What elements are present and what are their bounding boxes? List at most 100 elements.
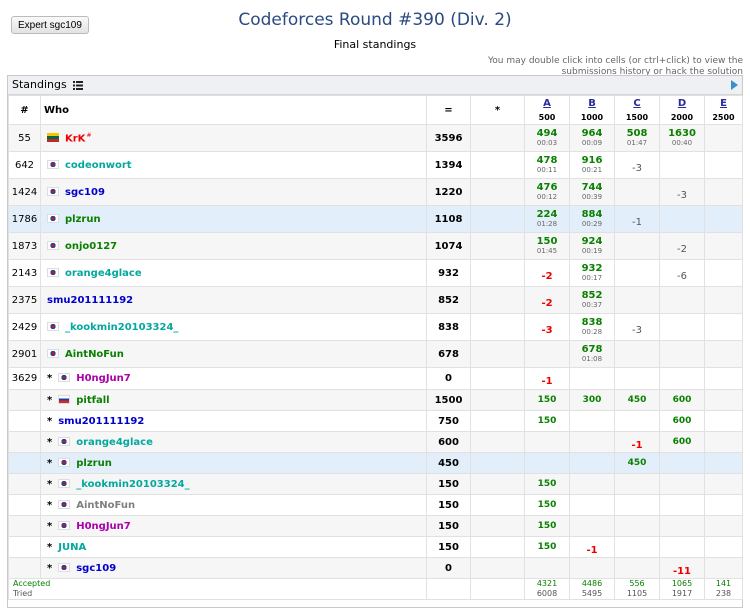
- problem-cell[interactable]: [614, 515, 660, 537]
- handle-link[interactable]: sgc109: [76, 563, 116, 574]
- problem-cell[interactable]: 600: [659, 410, 705, 432]
- list-icon[interactable]: [73, 78, 84, 96]
- problem-cell[interactable]: [524, 340, 570, 368]
- problem-cell[interactable]: [659, 205, 705, 233]
- problem-cell[interactable]: [704, 232, 743, 260]
- problem-cell[interactable]: -2: [524, 286, 570, 314]
- problem-cell[interactable]: [659, 452, 705, 474]
- problem-cell[interactable]: [569, 431, 615, 453]
- problem-cell[interactable]: [704, 452, 743, 474]
- problem-cell[interactable]: 932 00:17: [569, 259, 615, 287]
- problem-cell[interactable]: [614, 494, 660, 516]
- problem-link-b[interactable]: B: [570, 98, 614, 109]
- problem-cell[interactable]: -1: [569, 536, 615, 558]
- problem-cell[interactable]: [569, 494, 615, 516]
- problem-cell[interactable]: 494 00:03: [524, 124, 570, 152]
- problem-cell[interactable]: [704, 389, 743, 411]
- problem-cell[interactable]: [704, 286, 743, 314]
- handle-link[interactable]: H0ngJun7: [76, 521, 131, 532]
- handle-link[interactable]: AintNoFun: [65, 349, 124, 360]
- problem-cell[interactable]: [704, 515, 743, 537]
- problem-cell[interactable]: -6: [659, 259, 705, 287]
- problem-cell[interactable]: [614, 340, 660, 368]
- problem-cell[interactable]: [614, 367, 660, 390]
- problem-cell[interactable]: 476 00:12: [524, 178, 570, 206]
- problem-cell[interactable]: [659, 536, 705, 558]
- problem-cell[interactable]: [569, 367, 615, 390]
- handle-link[interactable]: onjo0127: [65, 241, 117, 252]
- problem-cell[interactable]: 150: [524, 515, 570, 537]
- problem-cell[interactable]: [704, 557, 743, 579]
- handle-link[interactable]: pitfall: [76, 395, 109, 406]
- problem-cell[interactable]: -1: [524, 367, 570, 390]
- problem-cell[interactable]: -3: [524, 313, 570, 341]
- problem-cell[interactable]: [524, 452, 570, 474]
- problem-cell[interactable]: [659, 340, 705, 368]
- problem-cell[interactable]: [704, 259, 743, 287]
- handle-link[interactable]: orange4glace: [76, 437, 153, 448]
- problem-cell[interactable]: [704, 151, 743, 179]
- problem-cell[interactable]: [569, 557, 615, 579]
- problem-cell[interactable]: [704, 313, 743, 341]
- handle-link[interactable]: plzrun: [65, 214, 101, 225]
- problem-cell[interactable]: [659, 494, 705, 516]
- problem-cell[interactable]: [614, 536, 660, 558]
- handle-link[interactable]: smu201111192: [58, 416, 144, 427]
- problem-cell[interactable]: [659, 313, 705, 341]
- problem-cell[interactable]: 924 00:19: [569, 232, 615, 260]
- problem-cell[interactable]: [704, 410, 743, 432]
- problem-cell[interactable]: -2: [659, 232, 705, 260]
- handle-link[interactable]: orange4glace: [65, 268, 142, 279]
- problem-cell[interactable]: 678 01:08: [569, 340, 615, 368]
- problem-cell[interactable]: 150 01:45: [524, 232, 570, 260]
- problem-cell[interactable]: [569, 515, 615, 537]
- problem-cell[interactable]: [659, 286, 705, 314]
- problem-cell[interactable]: [704, 494, 743, 516]
- problem-cell[interactable]: [704, 536, 743, 558]
- handle-link[interactable]: AintNoFun: [76, 500, 135, 511]
- problem-cell[interactable]: [704, 473, 743, 495]
- handle-link[interactable]: _kookmin20103324_: [76, 479, 189, 490]
- problem-cell[interactable]: [614, 473, 660, 495]
- problem-cell[interactable]: 150: [524, 389, 570, 411]
- problem-cell[interactable]: [704, 178, 743, 206]
- handle-link[interactable]: H0ngJun7: [76, 373, 131, 384]
- problem-cell[interactable]: 150: [524, 410, 570, 432]
- problem-cell[interactable]: [704, 431, 743, 453]
- problem-cell[interactable]: [659, 151, 705, 179]
- problem-link-d[interactable]: D: [660, 98, 704, 109]
- handle-link[interactable]: KrK: [65, 133, 85, 144]
- problem-cell[interactable]: [704, 340, 743, 368]
- problem-link-e[interactable]: E: [705, 98, 742, 109]
- problem-cell[interactable]: 300: [569, 389, 615, 411]
- problem-cell[interactable]: 600: [659, 389, 705, 411]
- handle-link[interactable]: JUNA: [58, 542, 86, 553]
- problem-cell[interactable]: -1: [614, 431, 660, 453]
- problem-cell[interactable]: [569, 473, 615, 495]
- problem-link-a[interactable]: A: [525, 98, 569, 109]
- problem-cell[interactable]: 150: [524, 494, 570, 516]
- handle-link[interactable]: codeonwort: [65, 160, 132, 171]
- problem-cell[interactable]: [659, 515, 705, 537]
- problem-cell[interactable]: 450: [614, 389, 660, 411]
- problem-link-c[interactable]: C: [615, 98, 659, 109]
- handle-link[interactable]: sgc109: [65, 187, 105, 198]
- problem-cell[interactable]: 450: [614, 452, 660, 474]
- problem-cell[interactable]: [524, 557, 570, 579]
- problem-cell[interactable]: [614, 232, 660, 260]
- problem-cell[interactable]: 478 00:11: [524, 151, 570, 179]
- handle-link[interactable]: _kookmin20103324_: [65, 322, 178, 333]
- handle-link[interactable]: smu201111192: [47, 295, 133, 306]
- problem-cell[interactable]: 1630 00:40: [659, 124, 705, 152]
- problem-cell[interactable]: 744 00:39: [569, 178, 615, 206]
- problem-cell[interactable]: 150: [524, 473, 570, 495]
- problem-cell[interactable]: -3: [659, 178, 705, 206]
- problem-cell[interactable]: 884 00:29: [569, 205, 615, 233]
- problem-cell[interactable]: -3: [614, 313, 660, 341]
- problem-cell[interactable]: 838 00:28: [569, 313, 615, 341]
- problem-cell[interactable]: 964 00:09: [569, 124, 615, 152]
- problem-cell[interactable]: 150: [524, 536, 570, 558]
- problem-cell[interactable]: -11: [659, 557, 705, 579]
- problem-cell[interactable]: -3: [614, 151, 660, 179]
- problem-cell[interactable]: [614, 286, 660, 314]
